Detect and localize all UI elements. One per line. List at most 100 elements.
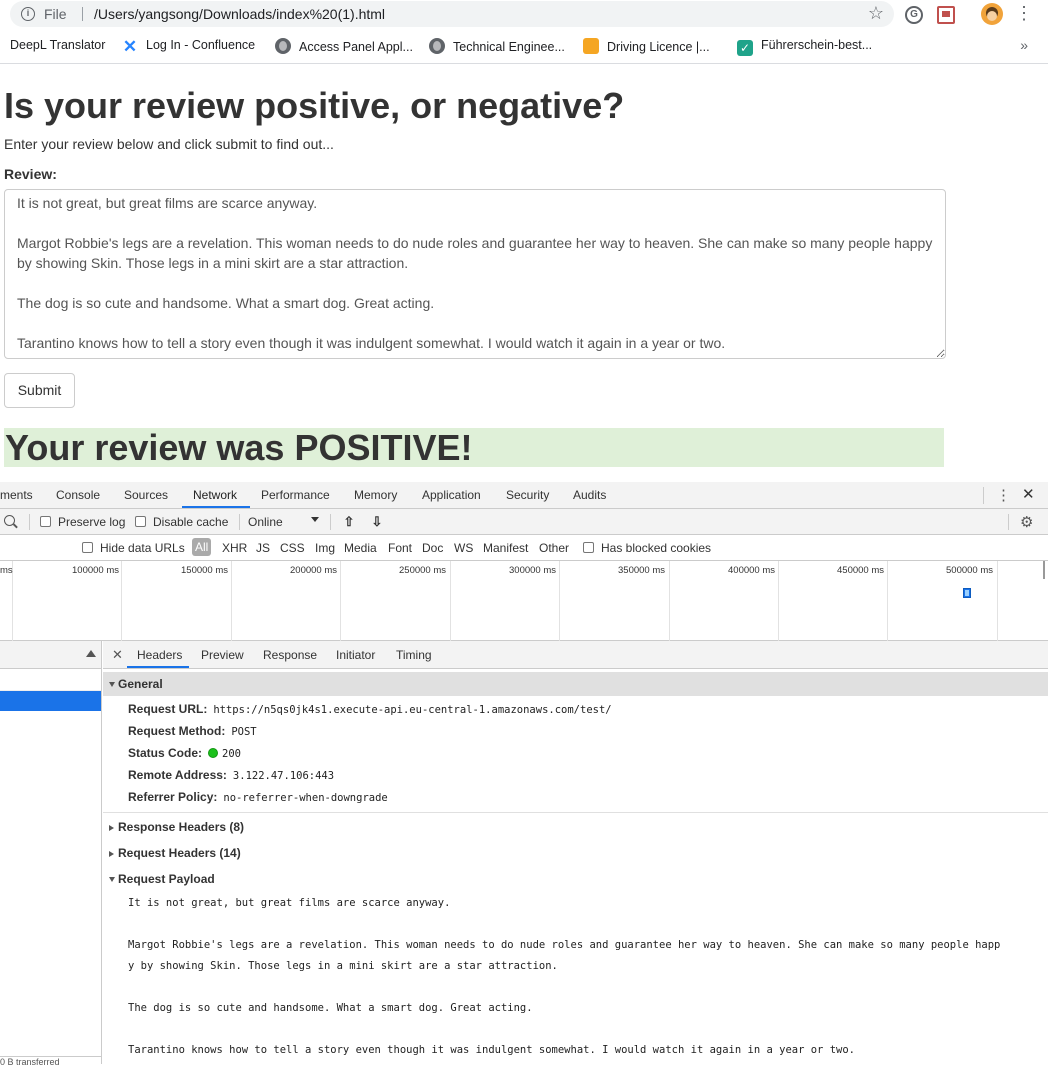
tab-initiator[interactable]: Initiator (336, 648, 375, 662)
url-text[interactable]: /Users/yangsong/Downloads/index%20(1).ht… (94, 6, 385, 22)
toolbar-divider (29, 514, 30, 530)
header-value: 3.122.47.106:443 (232, 770, 335, 782)
active-tab-indicator (182, 506, 250, 508)
has-blocked-cookies-checkbox[interactable] (583, 542, 594, 553)
address-bar[interactable]: i File /Users/yangsong/Downloads/index%2… (10, 1, 894, 27)
filter-type-ws[interactable]: WS (454, 541, 473, 555)
gear-icon[interactable]: ⚙ (1020, 513, 1033, 531)
tab-security[interactable]: Security (506, 488, 549, 502)
tab-sources[interactable]: Sources (124, 488, 168, 502)
timeline-tick-label: ms (0, 565, 13, 576)
request-row-selected[interactable] (0, 691, 101, 711)
filter-type-all[interactable]: All (192, 538, 212, 556)
bookmark-deepl[interactable]: DeepL Translator (10, 38, 105, 52)
gridline (778, 561, 779, 641)
bookmark-driving-licence[interactable]: Driving Licence |... (583, 38, 710, 54)
tab-memory[interactable]: Memory (354, 488, 397, 502)
tab-console[interactable]: Console (56, 488, 100, 502)
preserve-log-checkbox[interactable] (40, 516, 51, 527)
payload-line: y by showing Skin. Those legs in a mini … (128, 960, 558, 972)
chevron-down-icon[interactable] (311, 517, 319, 522)
filter-type-xhr[interactable]: XHR (222, 541, 247, 555)
tab-bar-divider (983, 487, 984, 504)
close-icon[interactable]: ✕ (112, 647, 123, 663)
page-subtitle: Enter your review below and click submit… (4, 136, 334, 152)
globe-icon (429, 38, 445, 54)
response-headers-toggle[interactable]: Response Headers (8) (103, 815, 1048, 839)
tab-audits[interactable]: Audits (573, 488, 606, 502)
disable-cache-label: Disable cache (153, 515, 229, 529)
request-timing-bar[interactable] (963, 588, 971, 598)
tab-elements[interactable]: ments (0, 488, 33, 502)
tab-performance[interactable]: Performance (261, 488, 330, 502)
request-list-header[interactable] (0, 641, 101, 669)
request-detail-panel: ✕ Headers Preview Response Initiator Tim… (103, 641, 1048, 1064)
tab-timing[interactable]: Timing (396, 648, 432, 662)
info-icon[interactable]: i (21, 7, 35, 21)
filter-input[interactable] (0, 539, 70, 557)
general-row-referrer-policy: Referrer Policy: no-referrer-when-downgra… (128, 790, 388, 804)
filter-type-js[interactable]: JS (256, 541, 270, 555)
tab-response[interactable]: Response (263, 648, 317, 662)
filter-type-other[interactable]: Other (539, 541, 569, 555)
confluence-icon: ✕ (122, 37, 138, 56)
network-overview-timeline[interactable]: ms 100000 ms 150000 ms 200000 ms 250000 … (0, 561, 1048, 641)
page-content: Is your review positive, or negative? En… (0, 65, 1048, 482)
filter-type-media[interactable]: Media (344, 541, 377, 555)
disable-cache-checkbox[interactable] (135, 516, 146, 527)
import-har-icon[interactable]: ⇧ (343, 515, 355, 528)
bookmark-fuehrerschein[interactable]: ✓ Führerschein-best... (737, 38, 872, 56)
devtools-menu-icon[interactable]: ⋮ (996, 486, 1011, 504)
gridline (450, 561, 451, 641)
search-icon[interactable] (4, 515, 15, 526)
browser-toolbar: i File /Users/yangsong/Downloads/index%2… (0, 0, 1048, 30)
sort-ascending-icon[interactable] (86, 650, 96, 657)
header-value: POST (231, 726, 257, 738)
section-title: Request Headers (14) (118, 846, 241, 860)
request-payload-toggle[interactable]: Request Payload (103, 867, 1048, 891)
toolbar-divider (1008, 514, 1009, 530)
filter-type-css[interactable]: CSS (280, 541, 305, 555)
timeline-tick-label: 100000 ms (72, 565, 120, 576)
request-list: 0 B transferred (0, 641, 102, 1066)
filter-type-manifest[interactable]: Manifest (483, 541, 528, 555)
bookmark-label: Log In - Confluence (146, 38, 256, 52)
review-textarea[interactable]: It is not great, but great films are sca… (4, 189, 946, 359)
submit-button[interactable]: Submit (4, 373, 75, 408)
bookmarks-overflow-icon[interactable]: » (1020, 37, 1028, 53)
bookmark-star-icon[interactable]: ☆ (868, 3, 884, 24)
bookmark-label: Access Panel Appl... (299, 40, 413, 54)
timeline-scroll-handle[interactable] (1043, 561, 1045, 579)
browser-menu-icon[interactable]: ⋮ (1015, 4, 1033, 22)
tab-headers[interactable]: Headers (137, 648, 182, 662)
request-row[interactable] (0, 669, 101, 691)
section-title: General (118, 677, 163, 691)
tab-application[interactable]: Application (422, 488, 481, 502)
general-section-toggle[interactable]: General (103, 672, 1048, 696)
filter-type-doc[interactable]: Doc (422, 541, 443, 555)
bookmark-confluence[interactable]: ✕ Log In - Confluence (122, 38, 255, 55)
bookmark-access-panel[interactable]: Access Panel Appl... (275, 38, 413, 54)
grammarly-extension-icon[interactable]: G (905, 6, 923, 24)
payload-line: It is not great, but great films are sca… (128, 897, 451, 909)
header-key: Request URL: (128, 702, 208, 716)
request-headers-toggle[interactable]: Request Headers (14) (103, 841, 1048, 865)
tab-preview[interactable]: Preview (201, 648, 244, 662)
triangle-right-icon (109, 851, 114, 857)
triangle-right-icon (109, 825, 114, 831)
profile-avatar[interactable] (981, 3, 1003, 25)
filter-bar: Hide data URLs All XHR JS CSS Img Media … (0, 535, 1048, 561)
hide-data-urls-checkbox[interactable] (82, 542, 93, 553)
filter-type-img[interactable]: Img (315, 541, 335, 555)
filter-type-font[interactable]: Font (388, 541, 412, 555)
section-divider (103, 812, 1048, 813)
export-har-icon[interactable]: ⇩ (371, 515, 383, 528)
timeline-tick-label: 300000 ms (509, 565, 557, 576)
tab-network[interactable]: Network (193, 488, 237, 502)
cast-extension-icon[interactable] (937, 6, 955, 24)
devtools-close-icon[interactable]: ✕ (1022, 485, 1035, 503)
toolbar-divider (330, 514, 331, 530)
throttling-select[interactable]: Online (248, 515, 283, 529)
timeline-tick-label: 450000 ms (837, 565, 885, 576)
bookmark-technical-engineer[interactable]: Technical Enginee... (429, 38, 565, 54)
